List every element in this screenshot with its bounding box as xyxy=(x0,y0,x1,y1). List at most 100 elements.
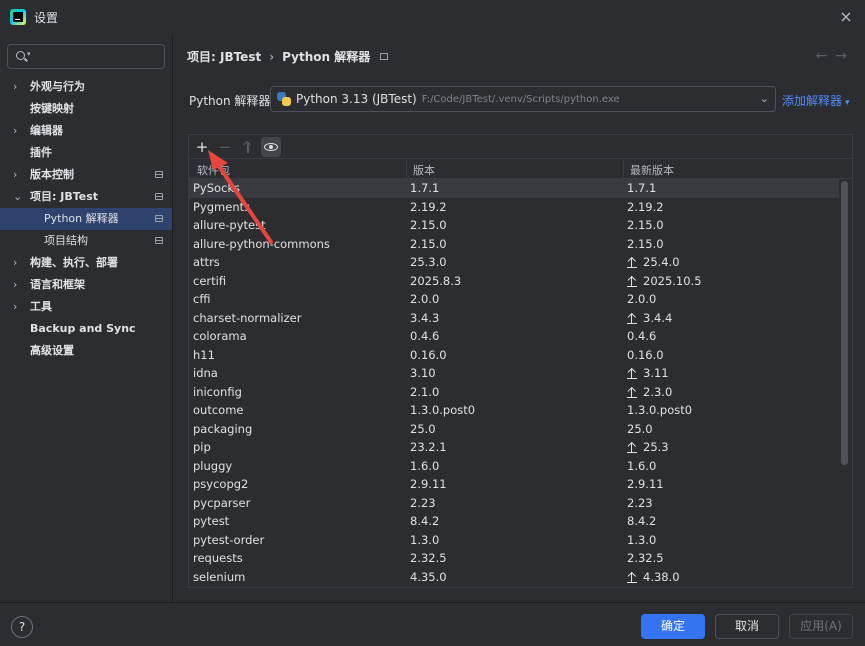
table-row[interactable]: requests 2.32.5 2.32.5 xyxy=(189,549,839,568)
packages-table: + − 软件包 版本 最新版本 PySocks 1.7.1 1.7.1 Pygment… xyxy=(188,134,853,588)
table-row[interactable]: iniconfig 2.1.0 2.3.0 xyxy=(189,383,839,402)
column-header-package[interactable]: 软件包 xyxy=(197,162,230,178)
remove-package-button[interactable]: − xyxy=(215,137,235,157)
add-interpreter-link[interactable]: 添加解释器 ▾ xyxy=(782,92,850,109)
settings-nav-tree: › 外观与行为 按键映射 › 编辑器 插件 › 版本控制 ⌄ 项目: JBTest Python 解… xyxy=(0,76,172,362)
breadcrumb-project[interactable]: 项目: JBTest xyxy=(187,50,261,64)
package-version: 2.0.0 xyxy=(410,292,440,306)
table-row[interactable]: PySocks 1.7.1 1.7.1 xyxy=(189,179,839,198)
package-version: 23.2.1 xyxy=(410,440,447,454)
table-row[interactable]: Pygments 2.19.2 2.19.2 xyxy=(189,198,839,217)
sidebar-item-label: Python 解释器 xyxy=(44,212,119,225)
upgrade-available-icon[interactable] xyxy=(627,386,637,398)
table-row[interactable]: packaging 25.0 25.0 xyxy=(189,420,839,439)
chevron-right-icon[interactable]: › xyxy=(13,164,23,186)
upgrade-available-icon[interactable] xyxy=(627,256,637,268)
forward-arrow-icon[interactable]: → xyxy=(835,48,855,64)
sidebar-item-版本控制[interactable]: › 版本控制 xyxy=(0,164,172,186)
package-version: 25.3.0 xyxy=(410,255,447,269)
sidebar-item-项目结构[interactable]: 项目结构 xyxy=(0,230,172,252)
package-version: 1.7.1 xyxy=(410,181,440,195)
sidebar-item-高级设置[interactable]: 高级设置 xyxy=(0,340,172,362)
latest-version-text: 0.16.0 xyxy=(627,347,664,362)
table-scrollbar[interactable] xyxy=(841,181,848,465)
chevron-right-icon[interactable]: › xyxy=(13,252,23,274)
package-name: iniconfig xyxy=(193,384,242,399)
help-button[interactable]: ? xyxy=(11,616,33,638)
latest-version-text: 3.4.4 xyxy=(643,310,673,325)
back-arrow-icon[interactable]: ← xyxy=(816,48,836,64)
upgrade-available-icon[interactable] xyxy=(627,441,637,453)
package-latest-version: 2.15.0 xyxy=(627,216,664,235)
upgrade-icon-base xyxy=(627,396,637,398)
table-row[interactable]: colorama 0.4.6 0.4.6 xyxy=(189,327,839,346)
table-row[interactable]: certifi 2025.8.3 2025.10.5 xyxy=(189,272,839,291)
table-row[interactable]: allure-python-commons 2.15.0 2.15.0 xyxy=(189,235,839,254)
sidebar-item-backup-and-sync[interactable]: Backup and Sync xyxy=(0,318,172,340)
column-divider[interactable] xyxy=(406,159,407,179)
chevron-right-icon[interactable]: › xyxy=(13,76,23,98)
table-row[interactable]: selenium 4.35.0 4.38.0 xyxy=(189,568,839,587)
package-name: allure-pytest xyxy=(193,218,266,232)
table-row[interactable]: pip 23.2.1 25.3 xyxy=(189,438,839,457)
table-row[interactable]: pluggy 1.6.0 1.6.0 xyxy=(189,457,839,476)
table-row[interactable]: charset-normalizer 3.4.3 3.4.4 xyxy=(189,309,839,328)
sidebar-item-语言和框架[interactable]: › 语言和框架 xyxy=(0,274,172,296)
package-latest-version: 2.0.0 xyxy=(627,290,656,309)
column-header-latest[interactable]: 最新版本 xyxy=(630,162,674,178)
sidebar-item-python-解释器[interactable]: Python 解释器 xyxy=(0,208,172,230)
history-nav: ←→ xyxy=(816,48,855,64)
apply-button[interactable]: 应用(A) xyxy=(789,614,853,639)
show-latest-toggle[interactable] xyxy=(261,137,281,157)
search-options-icon[interactable]: ▾ xyxy=(27,50,31,58)
table-row[interactable]: idna 3.10 3.11 xyxy=(189,364,839,383)
upgrade-available-icon[interactable] xyxy=(627,275,637,287)
chevron-right-icon[interactable]: › xyxy=(13,274,23,296)
package-version: 4.35.0 xyxy=(410,569,447,584)
close-icon[interactable]: × xyxy=(835,6,857,28)
upgrade-available-icon[interactable] xyxy=(627,312,637,324)
sidebar-item-插件[interactable]: 插件 xyxy=(0,142,172,164)
chevron-down-icon[interactable]: ⌄ xyxy=(13,186,23,208)
package-latest-version: 2.15.0 xyxy=(627,235,664,254)
settings-search[interactable]: ▾ xyxy=(7,44,165,69)
sidebar-item-项目-jbtest[interactable]: ⌄ 项目: JBTest xyxy=(0,186,172,208)
table-row[interactable]: pytest 8.4.2 8.4.2 xyxy=(189,512,839,531)
chevron-right-icon[interactable]: › xyxy=(13,120,23,142)
table-row[interactable]: h11 0.16.0 0.16.0 xyxy=(189,346,839,365)
package-version: 1.3.0.post0 xyxy=(410,403,476,417)
package-name: pip xyxy=(193,440,211,454)
upgrade-available-icon[interactable] xyxy=(627,571,637,583)
table-row[interactable]: outcome 1.3.0.post0 1.3.0.post0 xyxy=(189,401,839,420)
table-row[interactable]: psycopg2 2.9.11 2.9.11 xyxy=(189,475,839,494)
latest-version-text: 8.4.2 xyxy=(627,514,657,528)
table-row[interactable]: allure-pytest 2.15.0 2.15.0 xyxy=(189,216,839,235)
upgrade-package-button[interactable] xyxy=(238,137,258,157)
table-body: PySocks 1.7.1 1.7.1 Pygments 2.19.2 2.19.2 all… xyxy=(189,179,839,587)
sidebar-item-按键映射[interactable]: 按键映射 xyxy=(0,98,172,120)
window-title: 设置 xyxy=(34,11,59,25)
table-row[interactable]: pycparser 2.23 2.23 xyxy=(189,494,839,513)
sidebar-item-编辑器[interactable]: › 编辑器 xyxy=(0,120,172,142)
sidebar-item-构建-执行-部署[interactable]: › 构建、执行、部署 xyxy=(0,252,172,274)
chevron-right-icon[interactable]: › xyxy=(13,296,23,318)
sidebar-item-label: 按键映射 xyxy=(30,102,74,115)
table-row[interactable]: cffi 2.0.0 2.0.0 xyxy=(189,290,839,309)
upgrade-available-icon[interactable] xyxy=(627,367,637,379)
add-package-button[interactable]: + xyxy=(192,137,212,157)
package-name: pycparser xyxy=(193,495,251,510)
column-divider[interactable] xyxy=(623,159,624,179)
package-name: colorama xyxy=(193,329,247,343)
interpreter-select[interactable]: Python 3.13 (JBTest) F:/Code/JBTest/.ven… xyxy=(270,86,776,112)
column-header-version[interactable]: 版本 xyxy=(413,162,435,178)
table-row[interactable]: pytest-order 1.3.0 1.3.0 xyxy=(189,531,839,550)
package-name: certifi xyxy=(193,273,227,288)
cancel-button[interactable]: 取消 xyxy=(715,614,779,639)
sidebar-item-工具[interactable]: › 工具 xyxy=(0,296,172,318)
search-input[interactable] xyxy=(34,48,158,65)
table-row[interactable]: attrs 25.3.0 25.4.0 xyxy=(189,253,839,272)
sidebar-item-label: 版本控制 xyxy=(30,168,74,181)
ok-button[interactable]: 确定 xyxy=(641,614,705,639)
latest-version-text: 2.3.0 xyxy=(643,384,673,399)
sidebar-item-外观与行为[interactable]: › 外观与行为 xyxy=(0,76,172,98)
